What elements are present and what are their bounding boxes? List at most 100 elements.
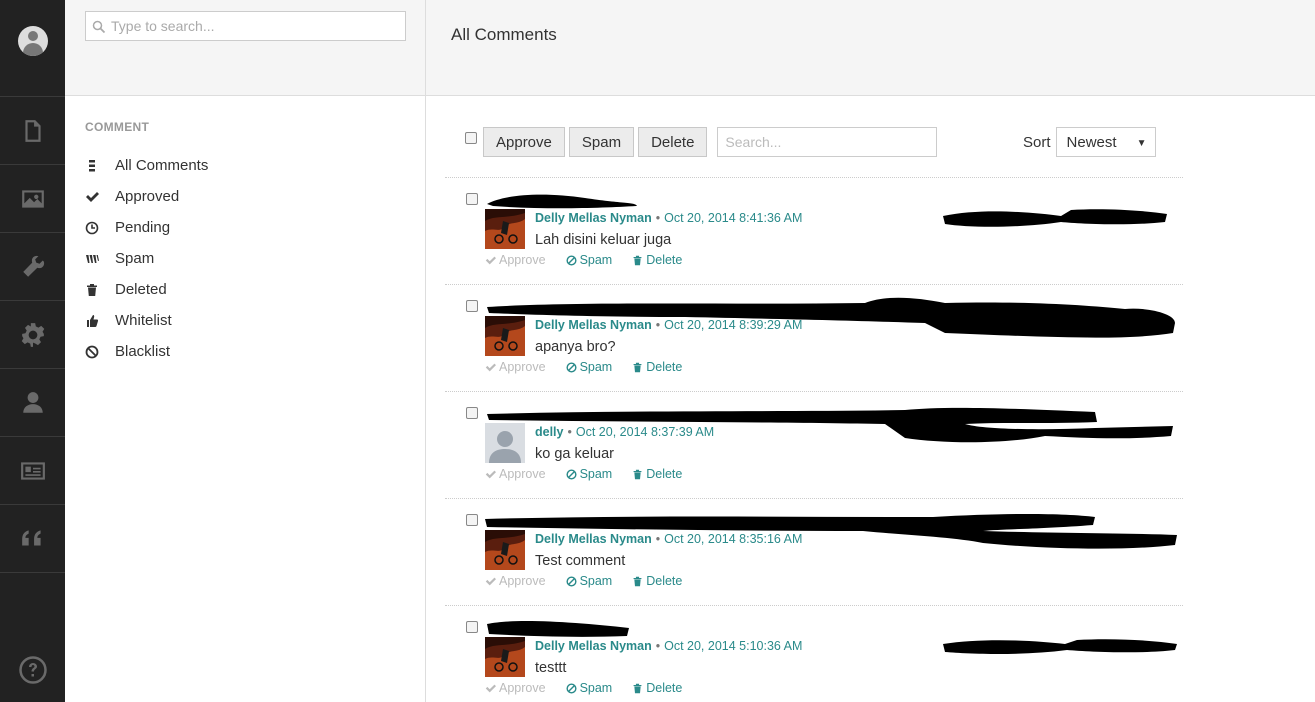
- nav-comments[interactable]: [0, 505, 65, 573]
- comment-delete-action[interactable]: Delete: [632, 681, 692, 695]
- comment-author[interactable]: Delly Mellas Nyman: [535, 639, 652, 653]
- comment-spam-action[interactable]: Spam: [566, 467, 623, 481]
- nav-contacts[interactable]: [0, 437, 65, 505]
- redaction-scribble: [943, 639, 1177, 654]
- clock-icon: [85, 221, 99, 234]
- redaction-scribble: [943, 209, 1167, 227]
- comment-date[interactable]: Oct 20, 2014 5:10:36 AM: [664, 639, 802, 653]
- comment-actions: Approve Spam Delete: [485, 360, 702, 374]
- nav-settings[interactable]: [0, 301, 65, 369]
- menu-item-whitelist[interactable]: Whitelist: [85, 305, 208, 336]
- page-header: All Comments: [426, 0, 1315, 96]
- trash-icon: [633, 576, 642, 586]
- sort-select[interactable]: Newest ▼: [1055, 127, 1156, 157]
- comment-text: ko ga keluar: [535, 446, 614, 462]
- comment-date[interactable]: Oct 20, 2014 8:39:29 AM: [664, 318, 802, 332]
- comment-date[interactable]: Oct 20, 2014 8:35:16 AM: [664, 532, 802, 546]
- panel-search-input[interactable]: [86, 12, 405, 40]
- comment-delete-action[interactable]: Delete: [632, 253, 692, 267]
- help-button[interactable]: [0, 655, 65, 685]
- comment-avatar: [485, 423, 525, 463]
- bulk-toolbar: Approve Spam Delete: [465, 127, 938, 157]
- user-icon: [22, 391, 43, 413]
- comment-list: Delly Mellas Nyman • Oct 20, 2014 8:41:36 …: [445, 177, 1183, 702]
- image-icon: [21, 189, 44, 208]
- nav-users[interactable]: [0, 369, 65, 437]
- check-icon: [86, 191, 99, 202]
- comment-author[interactable]: Delly Mellas Nyman: [535, 211, 652, 225]
- quote-icon: [21, 529, 41, 545]
- comment-approve-action[interactable]: Approve: [485, 467, 556, 481]
- approve-button[interactable]: Approve: [483, 127, 565, 157]
- comment-spam-action[interactable]: Spam: [566, 360, 623, 374]
- comment-delete-action[interactable]: Delete: [632, 467, 692, 481]
- menu-label: Approved: [115, 188, 180, 205]
- user-avatar[interactable]: [17, 26, 48, 56]
- comment-avatar: [485, 316, 525, 356]
- menu-item-pending[interactable]: Pending: [85, 212, 208, 243]
- comment-text: Test comment: [535, 553, 626, 569]
- comment-search-input[interactable]: [717, 127, 938, 157]
- trash-icon: [633, 362, 642, 372]
- comment-date[interactable]: Oct 20, 2014 8:37:39 AM: [576, 425, 714, 439]
- comment-checkbox[interactable]: [466, 300, 478, 312]
- spam-button[interactable]: Spam: [568, 127, 635, 157]
- comment-approve-action[interactable]: Approve: [485, 574, 556, 588]
- comment-item: Delly Mellas Nyman • Oct 20, 2014 8:35:16 …: [445, 498, 1183, 605]
- select-all-checkbox[interactable]: [465, 132, 477, 144]
- comment-meta: Delly Mellas Nyman • Oct 20, 2014 8:35:16 …: [535, 532, 803, 546]
- comment-checkbox[interactable]: [466, 621, 478, 633]
- comment-delete-action[interactable]: Delete: [632, 574, 692, 588]
- comment-approve-action[interactable]: Approve: [485, 253, 556, 267]
- comment-author[interactable]: delly: [535, 425, 564, 439]
- comment-author[interactable]: Delly Mellas Nyman: [535, 532, 652, 546]
- menu-label: Spam: [115, 250, 155, 267]
- spam-icon: [86, 254, 99, 263]
- menu-item-spam[interactable]: Spam: [85, 243, 208, 274]
- page-icon: [24, 119, 41, 142]
- comment-author[interactable]: Delly Mellas Nyman: [535, 318, 652, 332]
- filter-menu: All Comments Approved Pending Spam Delet…: [85, 150, 208, 367]
- comment-avatar: [485, 530, 525, 570]
- comment-spam-action[interactable]: Spam: [566, 574, 623, 588]
- comment-checkbox[interactable]: [466, 193, 478, 205]
- section-label: COMMENT: [85, 120, 150, 134]
- comment-item: Delly Mellas Nyman • Oct 20, 2014 8:41:36 …: [445, 177, 1183, 284]
- trash-icon: [87, 283, 97, 296]
- comment-actions: Approve Spam Delete: [485, 574, 702, 588]
- comment-spam-action[interactable]: Spam: [566, 681, 623, 695]
- nav-media[interactable]: [0, 165, 65, 233]
- ban-icon: [566, 468, 577, 480]
- help-icon: [18, 656, 47, 684]
- ban-icon: [85, 345, 99, 358]
- gear-icon: [21, 322, 44, 347]
- menu-label: Whitelist: [115, 312, 172, 329]
- page-title: All Comments: [451, 25, 557, 44]
- comment-checkbox[interactable]: [466, 514, 478, 526]
- trash-icon: [633, 255, 642, 265]
- comment-date[interactable]: Oct 20, 2014 8:41:36 AM: [664, 211, 802, 225]
- comment-checkbox[interactable]: [466, 407, 478, 419]
- nav-pages[interactable]: [0, 97, 65, 165]
- comment-meta: Delly Mellas Nyman • Oct 20, 2014 5:10:36 …: [535, 639, 803, 653]
- panel-search-box: [85, 11, 406, 41]
- menu-item-deleted[interactable]: Deleted: [85, 274, 208, 305]
- comment-avatar: [485, 209, 525, 249]
- delete-button[interactable]: Delete: [638, 127, 708, 157]
- comment-delete-action[interactable]: Delete: [632, 360, 692, 374]
- caret-down-icon: ▼: [1136, 138, 1147, 149]
- ban-icon: [566, 254, 577, 266]
- comment-approve-action[interactable]: Approve: [485, 360, 556, 374]
- comment-meta: Delly Mellas Nyman • Oct 20, 2014 8:41:36 …: [535, 211, 803, 225]
- check-icon: [485, 256, 496, 264]
- comment-approve-action[interactable]: Approve: [485, 681, 556, 695]
- menu-item-approved[interactable]: Approved: [85, 181, 208, 212]
- menu-item-all-comments[interactable]: All Comments: [85, 150, 208, 181]
- nav-tools[interactable]: [0, 233, 65, 301]
- comment-spam-action[interactable]: Spam: [566, 253, 623, 267]
- main-content: All Comments Approve Spam Delete Sort Ne…: [426, 0, 1315, 702]
- list-icon: [89, 159, 95, 171]
- menu-label: Blacklist: [115, 343, 171, 360]
- menu-item-blacklist[interactable]: Blacklist: [85, 336, 208, 367]
- sort-control: Sort Newest ▼: [1023, 127, 1156, 157]
